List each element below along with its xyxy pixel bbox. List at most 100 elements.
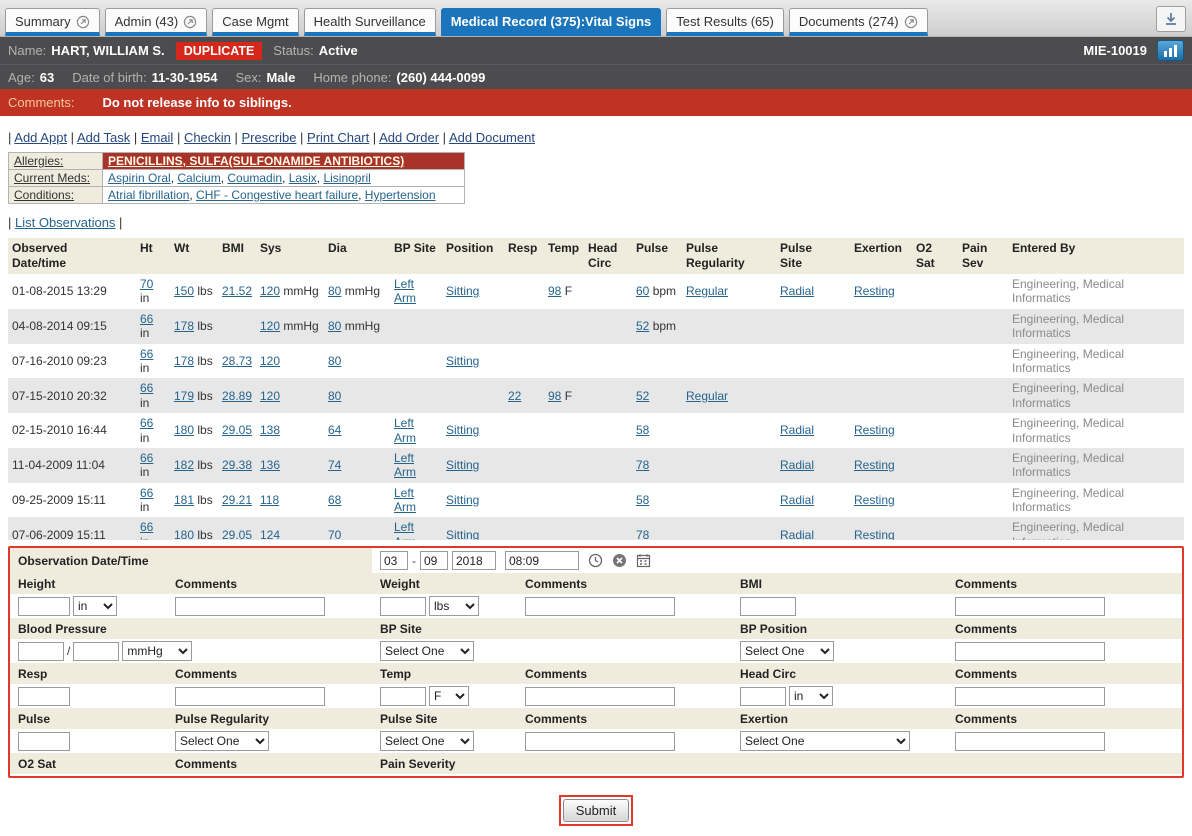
obs-value-link[interactable]: 66 [140, 381, 153, 395]
tab-documents[interactable]: Documents (274) [789, 8, 928, 36]
tab-case-mgmt[interactable]: Case Mgmt [212, 8, 298, 36]
head-circ-input[interactable] [740, 687, 786, 706]
obs-value-link[interactable]: Resting [854, 423, 895, 437]
obs-value-link[interactable]: Left Arm [394, 277, 416, 305]
obs-value-link[interactable]: 29.21 [222, 493, 252, 507]
obs-value-link[interactable]: Radial [780, 423, 814, 437]
weight-input[interactable] [380, 597, 426, 616]
action-print-chart[interactable]: Print Chart [307, 130, 369, 145]
o2-sat-comments-input[interactable] [175, 777, 325, 779]
obs-value-link[interactable]: Left Arm [394, 486, 416, 514]
pain-severity-select[interactable]: Select One [380, 776, 474, 778]
obs-value-link[interactable]: Sitting [446, 423, 479, 437]
download-button[interactable] [1156, 6, 1186, 32]
obs-value-link[interactable]: Sitting [446, 284, 479, 298]
popup-window-icon[interactable] [904, 15, 918, 29]
weight-comments-input[interactable] [525, 597, 675, 616]
allergies-label-link[interactable]: Allergies: [14, 154, 63, 168]
obs-value-link[interactable]: 78 [636, 458, 649, 472]
tab-test-results[interactable]: Test Results (65) [666, 8, 784, 36]
med-link[interactable]: Lasix [289, 171, 317, 185]
height-comments-input[interactable] [175, 597, 325, 616]
med-link[interactable]: Aspirin Oral [108, 171, 171, 185]
obs-month-input[interactable] [380, 551, 408, 570]
obs-value-link[interactable]: 52 [636, 389, 649, 403]
obs-value-link[interactable]: 60 [636, 284, 649, 298]
list-observations-link[interactable]: List Observations [15, 215, 115, 230]
head-circ-unit-select[interactable]: in [789, 686, 833, 706]
obs-value-link[interactable]: 21.52 [222, 284, 252, 298]
obs-value-link[interactable]: 138 [260, 423, 280, 437]
action-add-order[interactable]: Add Order [379, 130, 439, 145]
obs-value-link[interactable]: Left Arm [394, 451, 416, 479]
obs-value-link[interactable]: 180 [174, 423, 194, 437]
obs-value-link[interactable]: 124 [260, 528, 280, 540]
action-add-appt[interactable]: Add Appt [14, 130, 67, 145]
bp-diastolic-input[interactable] [73, 642, 119, 661]
bp-unit-select[interactable]: mmHg [122, 641, 192, 661]
pulse-input[interactable] [18, 732, 70, 751]
obs-value-link[interactable]: 29.05 [222, 423, 252, 437]
obs-value-link[interactable]: 28.89 [222, 389, 252, 403]
clock-icon[interactable] [588, 553, 603, 568]
obs-value-link[interactable]: Radial [780, 528, 814, 540]
obs-value-link[interactable]: 120 [260, 284, 280, 298]
o2-sat-input[interactable] [18, 777, 70, 779]
condition-link[interactable]: Atrial fibrillation [108, 188, 189, 202]
calendar-icon[interactable] [636, 553, 651, 568]
obs-value-link[interactable]: 52 [636, 319, 649, 333]
obs-value-link[interactable]: 80 [328, 319, 341, 333]
temp-comments-input[interactable] [525, 687, 675, 706]
obs-value-link[interactable]: 179 [174, 389, 194, 403]
obs-value-link[interactable]: 64 [328, 423, 341, 437]
bmi-input[interactable] [740, 597, 796, 616]
med-link[interactable]: Calcium [177, 171, 220, 185]
obs-value-link[interactable]: 66 [140, 347, 153, 361]
obs-value-link[interactable]: 29.38 [222, 458, 252, 472]
head-circ-comments-input[interactable] [955, 687, 1105, 706]
obs-value-link[interactable]: Sitting [446, 354, 479, 368]
obs-value-link[interactable]: Regular [686, 389, 728, 403]
tab-medical-record-active[interactable]: Medical Record (375):Vital Signs [441, 8, 662, 36]
action-add-document[interactable]: Add Document [449, 130, 535, 145]
obs-value-link[interactable]: 22 [508, 389, 521, 403]
obs-value-link[interactable]: 66 [140, 451, 153, 465]
exertion-select[interactable]: Select One [740, 731, 910, 751]
obs-value-link[interactable]: 70 [140, 277, 153, 291]
obs-value-link[interactable]: 150 [174, 284, 194, 298]
obs-value-link[interactable]: 66 [140, 520, 153, 534]
tab-health-surveillance[interactable]: Health Surveillance [304, 8, 436, 36]
bmi-comments-input[interactable] [955, 597, 1105, 616]
obs-value-link[interactable]: Resting [854, 528, 895, 540]
temp-input[interactable] [380, 687, 426, 706]
allergies-value-link[interactable]: PENICILLINS, SULFA(SULFONAMIDE ANTIBIOTI… [108, 154, 404, 168]
action-checkin[interactable]: Checkin [184, 130, 231, 145]
obs-value-link[interactable]: 70 [328, 528, 341, 540]
popup-window-icon[interactable] [76, 15, 90, 29]
obs-value-link[interactable]: Left Arm [394, 520, 416, 540]
chart-button[interactable] [1157, 40, 1184, 61]
obs-value-link[interactable]: 178 [174, 319, 194, 333]
conditions-label-link[interactable]: Conditions: [14, 188, 74, 202]
resp-comments-input[interactable] [175, 687, 325, 706]
resp-input[interactable] [18, 687, 70, 706]
obs-value-link[interactable]: Radial [780, 493, 814, 507]
obs-value-link[interactable]: 80 [328, 284, 341, 298]
meds-label-link[interactable]: Current Meds: [14, 171, 90, 185]
obs-value-link[interactable]: 68 [328, 493, 341, 507]
pulse-site-select[interactable]: Select One [380, 731, 474, 751]
obs-value-link[interactable]: 182 [174, 458, 194, 472]
obs-value-link[interactable]: Left Arm [394, 416, 416, 444]
obs-time-input[interactable] [505, 551, 579, 570]
obs-value-link[interactable]: 29.05 [222, 528, 252, 540]
obs-value-link[interactable]: 58 [636, 493, 649, 507]
obs-value-link[interactable]: 120 [260, 389, 280, 403]
med-link[interactable]: Coumadin [227, 171, 282, 185]
obs-value-link[interactable]: 178 [174, 354, 194, 368]
bp-comments-input[interactable] [955, 642, 1105, 661]
action-email[interactable]: Email [141, 130, 174, 145]
obs-value-link[interactable]: 66 [140, 416, 153, 430]
obs-value-link[interactable]: 78 [636, 528, 649, 540]
temp-unit-select[interactable]: F [429, 686, 469, 706]
submit-button[interactable]: Submit [563, 799, 629, 822]
